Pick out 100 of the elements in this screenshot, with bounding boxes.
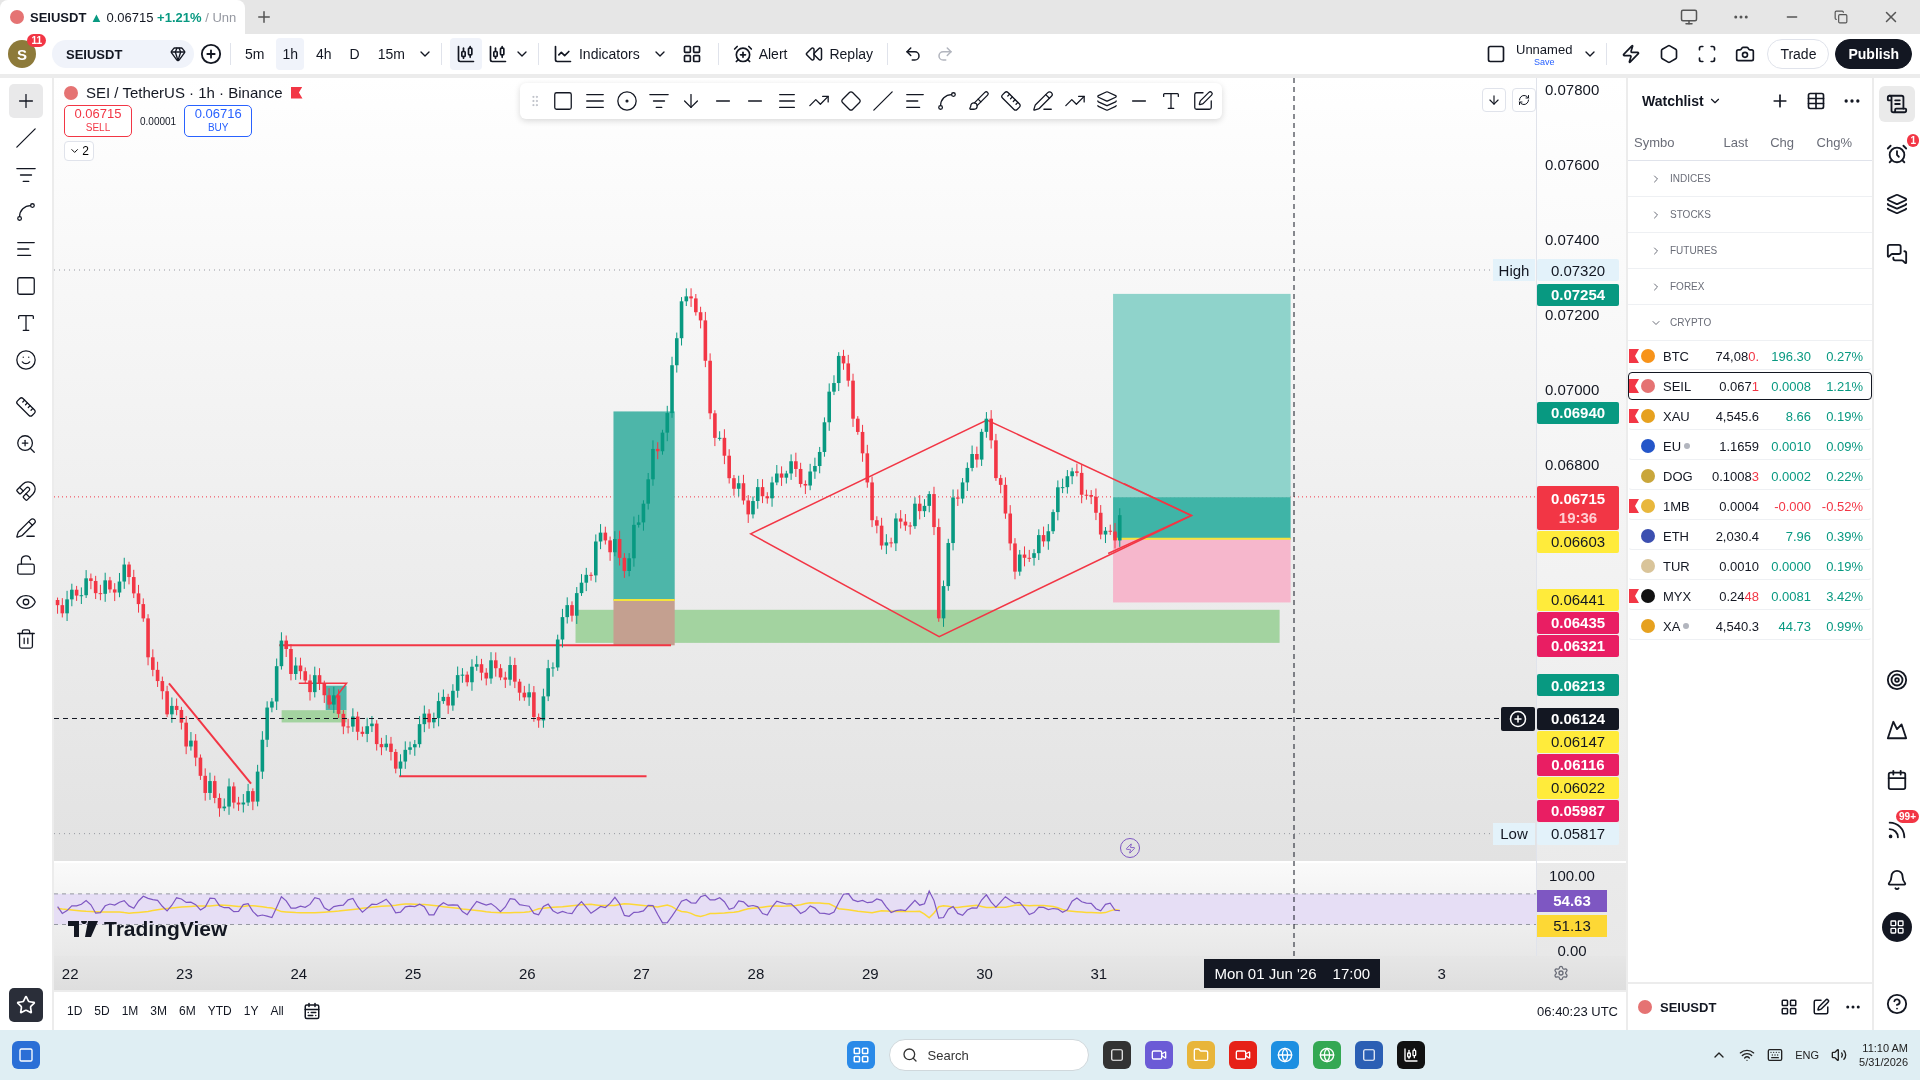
grid-icon[interactable] xyxy=(1780,998,1798,1016)
change-cell-text: -0.000 xyxy=(1773,498,1811,514)
reset-button[interactable] xyxy=(1512,88,1536,112)
flag-icon[interactable] xyxy=(1629,499,1639,513)
rectangle-icon[interactable] xyxy=(552,90,574,112)
change-percent-cell-text: 0.99% xyxy=(1825,618,1863,634)
change-percent-cell-text: 3.42% xyxy=(1825,588,1863,604)
watchlist-row[interactable]: MYX 0.2448 0.0081 3.42% xyxy=(1628,582,1872,610)
browser-icon[interactable] xyxy=(1270,1041,1299,1069)
curve-icon[interactable] xyxy=(936,90,958,112)
apps-button[interactable] xyxy=(1882,912,1912,942)
watchlist-title-button[interactable]: Watchlist xyxy=(1642,93,1722,109)
range-button[interactable]: YTD xyxy=(202,998,237,1024)
target-icon xyxy=(1886,669,1908,691)
watchlist-row[interactable]: EU 1.1659 0.0010 0.09% xyxy=(1628,432,1872,460)
range-button[interactable]: All xyxy=(265,998,289,1024)
timeframe-button[interactable]: 5m xyxy=(239,38,271,70)
range-button[interactable]: 1D xyxy=(62,998,88,1024)
watchlist-row[interactable]: SEIL 0.0671 0.0008 1.21% xyxy=(1628,372,1872,400)
store-icon[interactable] xyxy=(1354,1041,1383,1069)
column-header[interactable]: Symbo xyxy=(1634,134,1696,150)
monitor-icon[interactable] xyxy=(1680,8,1698,26)
video-icon[interactable] xyxy=(1228,1041,1257,1069)
column-header[interactable]: Last xyxy=(1696,134,1748,150)
sell-button[interactable]: 0.06715 SELL xyxy=(64,105,132,137)
symbol-cell-text: 1MB xyxy=(1663,498,1691,514)
watchlist-button[interactable] xyxy=(1879,86,1915,122)
watchlist-row[interactable]: ETH 2,030.4 7.96 0.39% xyxy=(1628,522,1872,550)
range-button[interactable]: 1Y xyxy=(238,998,264,1024)
trade-button[interactable]: Trade xyxy=(1767,39,1830,69)
publish-button[interactable]: Publish xyxy=(1835,39,1912,69)
edit-icon[interactable] xyxy=(1812,998,1830,1016)
calendar-icon[interactable] xyxy=(302,1002,321,1020)
column-header[interactable]: Chg xyxy=(1748,134,1794,150)
browser-icon[interactable] xyxy=(1312,1041,1341,1069)
table-icon[interactable] xyxy=(1806,91,1826,111)
drawing-tool-button[interactable] xyxy=(9,84,43,118)
chart-app-icon[interactable] xyxy=(1396,1041,1425,1069)
windows-start-icon[interactable] xyxy=(846,1041,875,1069)
flag-icon[interactable] xyxy=(1629,379,1639,393)
restore-icon[interactable] xyxy=(1834,10,1848,24)
note-icon[interactable] xyxy=(1192,90,1214,112)
range-button[interactable]: 3M xyxy=(145,998,173,1024)
price-label: 0.06715 19:36 xyxy=(1537,485,1619,530)
wifi-icon[interactable] xyxy=(1739,1047,1756,1063)
layers-icon xyxy=(1886,193,1908,215)
collapse-button[interactable]: 2 xyxy=(64,141,94,161)
undo-icon[interactable] xyxy=(904,45,923,63)
watchlist-row[interactable]: XAU 4,545.6 8.66 0.19% xyxy=(1628,402,1872,430)
buy-button[interactable]: 0.06716 BUY xyxy=(184,105,253,137)
brush-icon[interactable] xyxy=(968,90,990,112)
scroll-down-button[interactable] xyxy=(1482,88,1506,112)
flag-icon[interactable] xyxy=(1629,349,1639,363)
pencil-icon[interactable] xyxy=(1032,90,1054,112)
layout-name-button[interactable]: Unnamed Save xyxy=(1512,41,1577,67)
rewind-icon xyxy=(805,45,824,63)
indicators-button[interactable]: Indicators xyxy=(546,38,646,70)
price-label: 0.06022 xyxy=(1537,776,1619,799)
timeframe-button[interactable]: 4h xyxy=(310,38,338,70)
column-header[interactable]: Chg% xyxy=(1794,134,1852,150)
diamond-icon[interactable] xyxy=(840,90,862,112)
range-button[interactable]: 5D xyxy=(89,998,115,1024)
candles-button[interactable] xyxy=(449,38,482,70)
timeframe-button[interactable]: D xyxy=(343,38,366,70)
volume-icon[interactable] xyxy=(1831,1047,1848,1063)
flag-icon[interactable] xyxy=(1629,589,1639,603)
ruler-icon[interactable] xyxy=(1000,90,1022,112)
search-field[interactable]: Search xyxy=(888,1039,1089,1071)
line-icon xyxy=(15,127,37,149)
watchlist-row[interactable]: TUR 0.0010 0.0000 0.19% xyxy=(1628,552,1872,580)
flag-icon[interactable] xyxy=(1629,409,1639,423)
watchlist-row[interactable]: DOG 0.10083 0.0002 0.22% xyxy=(1628,462,1872,490)
range-button[interactable]: 6M xyxy=(174,998,201,1024)
timeframe-button[interactable]: 1h xyxy=(276,38,305,70)
add-symbol-icon[interactable] xyxy=(200,43,222,65)
date-label: 30 xyxy=(976,964,993,982)
watchlist-row[interactable]: BTC 74,080. 196.30 0.27% xyxy=(1628,342,1872,370)
last-price-cell-text: 0.0010 xyxy=(1718,558,1759,574)
alert-button[interactable]: Alert xyxy=(726,38,794,70)
replay-button[interactable]: Replay xyxy=(799,38,880,70)
templates-icon[interactable] xyxy=(681,44,702,64)
favorites-button[interactable] xyxy=(9,988,43,1022)
camera-icon[interactable] xyxy=(1735,44,1756,64)
text-icon[interactable] xyxy=(1160,90,1182,112)
symbol-search-field[interactable]: SEIUSDT xyxy=(52,40,194,68)
circle-icon[interactable] xyxy=(616,90,638,112)
app-icon[interactable] xyxy=(1102,1041,1131,1069)
language-indicator[interactable]: ENG xyxy=(1795,1049,1820,1061)
line-icon[interactable] xyxy=(872,90,894,112)
add-button[interactable] xyxy=(1501,706,1535,731)
watchlist-row[interactable]: XA 4,540.3 44.73 0.99% xyxy=(1628,612,1872,640)
new-tab-icon[interactable] xyxy=(255,8,273,26)
browser-tab[interactable]: SEIUSDT ▲ 0.06715 +1.21% / Unn xyxy=(0,0,245,34)
fullscreen-icon[interactable] xyxy=(1697,44,1718,64)
timeframe-button[interactable]: 15m xyxy=(371,38,411,70)
video-call-icon[interactable] xyxy=(1144,1041,1173,1069)
watchlist-row[interactable]: 1MB 0.0004 -0.000 -0.52% xyxy=(1628,492,1872,520)
range-button[interactable]: 1M xyxy=(116,998,144,1024)
widgets-icon[interactable] xyxy=(12,1041,40,1069)
keyboard-icon[interactable] xyxy=(1767,1047,1784,1063)
